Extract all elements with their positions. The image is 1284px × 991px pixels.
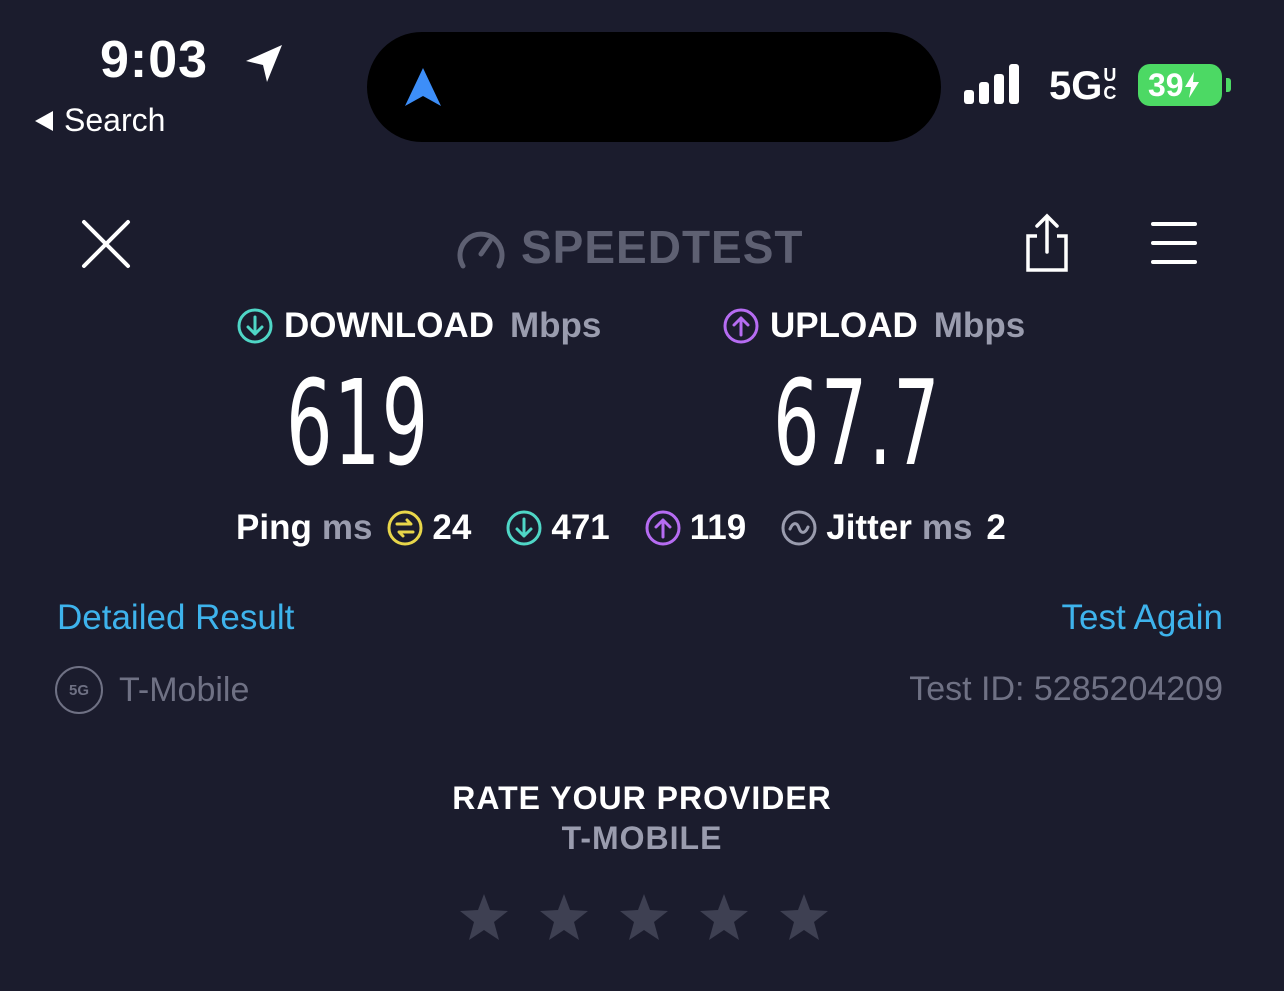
network-label: 5G [1049,64,1103,108]
dynamic-island[interactable] [367,32,941,142]
upload-speed-value: 67.7 [773,354,941,492]
provider-name: T-Mobile [119,670,250,709]
5g-badge-icon: 5G [55,666,103,714]
upload-label: UPLOAD [770,306,918,345]
back-triangle-icon [35,110,53,131]
network-suffix-top: U [1103,65,1117,85]
5g-badge-label: 5G [68,681,89,699]
idle-ping-icon [387,510,423,546]
star-icon[interactable] [778,892,830,942]
upload-header: UPLOAD Mbps [722,306,1025,346]
back-label: Search [64,102,166,138]
rate-provider-name: T-MOBILE [561,820,723,856]
logo-text: SPEEDTEST [521,221,804,273]
speedometer-icon [457,231,505,269]
rate-provider-title: RATE YOUR PROVIDER [452,780,832,816]
star-icon[interactable] [538,892,590,942]
download-speed-value: 619 [286,354,430,492]
upload-ping-icon [645,510,681,546]
download-ping-icon [506,510,542,546]
network-type: 5G UC [1049,64,1116,109]
jitter-unit: ms [921,508,973,547]
download-arrow-icon [237,308,273,344]
battery-level: 39 [1148,66,1184,103]
upload-unit: Mbps [933,306,1026,345]
idle-ping-value: 24 [432,508,472,547]
upload-ping-value: 119 [689,508,747,547]
battery-cap [1226,78,1231,92]
status-time: 9:03 [100,31,209,89]
network-suffix-bottom: C [1103,83,1117,103]
back-to-search-button[interactable]: Search [34,102,165,139]
charging-bolt-icon [1184,72,1199,98]
test-again-link[interactable]: Test Again [1062,598,1224,638]
download-header: DOWNLOAD Mbps [236,306,601,346]
jitter-value: 2 [986,508,1006,547]
navigation-arrow-icon [405,68,441,106]
download-unit: Mbps [509,306,602,345]
star-rating[interactable] [458,892,830,942]
jitter-wave-icon [781,510,817,546]
download-label: DOWNLOAD [284,306,494,345]
download-ping-value: 471 [551,508,610,547]
location-arrow-icon [246,45,282,82]
speedtest-logo: SPEEDTEST [455,220,804,274]
cellular-signal-icon [964,64,1019,104]
ping-unit: ms [321,508,373,547]
battery-indicator: 39 [1138,64,1222,106]
close-icon[interactable] [80,218,132,270]
test-id: Test ID: 5285204209 [909,670,1223,708]
provider-info: 5G T-Mobile [55,666,249,714]
share-icon[interactable] [1020,212,1074,274]
detailed-result-link[interactable]: Detailed Result [57,598,294,638]
ping-label: Ping [236,508,312,547]
upload-arrow-icon [723,308,759,344]
star-icon[interactable] [458,892,510,942]
hamburger-menu-icon[interactable] [1150,220,1198,266]
latency-stats: Ping ms 24 471 119 Jitter ms 2 [236,508,1006,548]
star-icon[interactable] [698,892,750,942]
jitter-label: Jitter [826,508,912,547]
star-icon[interactable] [618,892,670,942]
